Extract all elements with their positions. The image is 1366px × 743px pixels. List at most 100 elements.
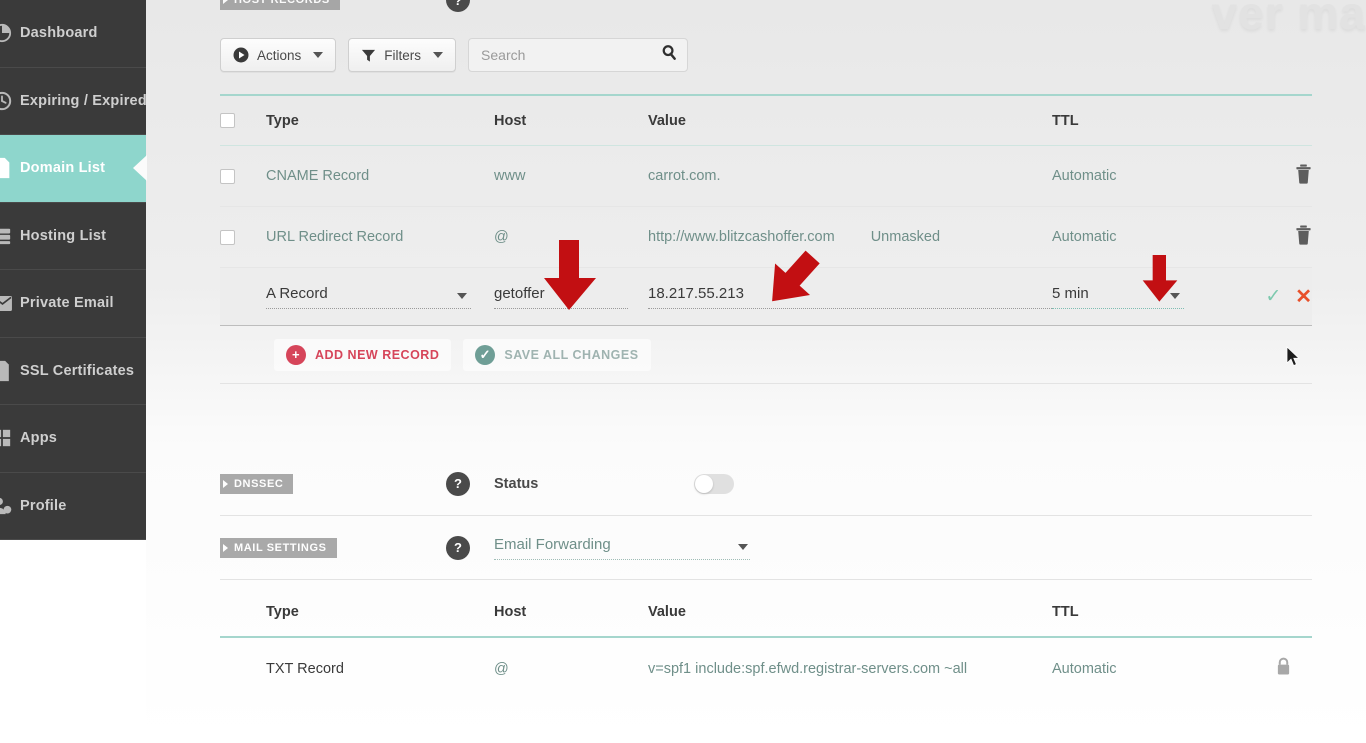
- grid-icon: [0, 428, 20, 448]
- chevron-down-icon: [1170, 292, 1180, 299]
- cell-host: www: [494, 168, 526, 184]
- play-circle-icon: [233, 47, 249, 63]
- mail-settings-chip-cell: MAIL SETTINGS: [220, 537, 446, 558]
- plus-icon: +: [286, 344, 306, 365]
- filters-button[interactable]: Filters: [348, 38, 457, 72]
- cell-host-editor: getoffer: [494, 285, 648, 309]
- host-records-chip: HOST RECORDS: [220, 0, 340, 10]
- row-checkbox[interactable]: [220, 168, 235, 184]
- dnssec-section: DNSSEC ? Status MAIL SETTINGS ? Email Fo…: [220, 452, 1312, 580]
- column-header-type: Type: [266, 604, 299, 620]
- cell-value-wrap: http://www.blitzcashoffer.com Unmasked: [648, 229, 1052, 245]
- dnssec-status-toggle[interactable]: [694, 473, 734, 494]
- cell-value: v=spf1 include:spf.efwd.registrar-server…: [648, 660, 968, 677]
- column-header-type: Type: [266, 112, 299, 129]
- cell-value: carrot.com.: [648, 168, 721, 184]
- dnssec-help-cell: ?: [446, 471, 494, 496]
- sidebar-item-dashboard[interactable]: Dashboard: [0, 0, 146, 68]
- cell-edit-actions: ✓ ✕: [1252, 284, 1312, 309]
- column-header-host: Host: [494, 112, 527, 129]
- sidebar-item-label: Profile: [20, 497, 67, 514]
- chevron-down-icon: [433, 52, 444, 58]
- dnssec-chip: DNSSEC: [220, 473, 294, 494]
- mail-records-table-header: Type Host Value TTL: [220, 588, 1312, 638]
- chevron-down-icon: [457, 292, 467, 299]
- record-value-input[interactable]: 18.217.55.213: [648, 285, 1052, 309]
- table-row[interactable]: URL Redirect Record @ http://www.blitzca…: [220, 207, 1312, 268]
- gauge-icon: [0, 23, 20, 43]
- record-host-input[interactable]: getoffer: [494, 285, 628, 309]
- trash-icon[interactable]: [1295, 164, 1312, 189]
- main-content: HOST RECORDS ? Actions Filters Search Ty…: [146, 0, 1366, 743]
- host-records-table-header: Type Host Value TTL: [220, 96, 1312, 146]
- select-all-cell: [220, 113, 266, 128]
- sidebar-item-ssl-certificates[interactable]: SSL Certificates: [0, 337, 146, 405]
- check-icon[interactable]: ✓: [1265, 285, 1281, 308]
- row-checkbox[interactable]: [220, 229, 235, 245]
- record-ttl-select[interactable]: 5 min: [1052, 285, 1184, 309]
- mail-settings-help-icon[interactable]: ?: [446, 535, 470, 560]
- mail-settings-select[interactable]: Email Forwarding: [494, 536, 750, 560]
- cell-value-wrap: carrot.com.: [648, 168, 1052, 184]
- sidebar: Dashboard Expiring / Expired Domain List: [0, 0, 147, 540]
- add-new-record-button[interactable]: + ADD NEW RECORD: [274, 338, 452, 371]
- dnssec-help-icon[interactable]: ?: [446, 471, 470, 496]
- column-header-host: Host: [494, 604, 527, 620]
- sidebar-item-label: Dashboard: [20, 25, 98, 42]
- table-row[interactable]: CNAME Record www carrot.com. Automatic: [220, 146, 1312, 207]
- cell-type: TXT Record: [266, 660, 344, 677]
- cell-value-editor: 18.217.55.213: [648, 285, 1052, 309]
- sidebar-item-label: Private Email: [20, 295, 114, 312]
- table-row[interactable]: TXT Record @ v=spf1 include:spf.efwd.reg…: [220, 638, 1312, 699]
- mail-settings-chip: MAIL SETTINGS: [220, 537, 337, 558]
- record-value-value: 18.217.55.213: [648, 284, 744, 302]
- search-input[interactable]: [469, 39, 688, 71]
- sidebar-item-label: Domain List: [20, 160, 106, 177]
- record-actions-bar: + ADD NEW RECORD ✓ SAVE ALL CHANGES: [220, 326, 1312, 384]
- search-field-wrapper[interactable]: [468, 38, 689, 72]
- server-icon: [0, 226, 20, 246]
- column-header-ttl: TTL: [1052, 604, 1079, 620]
- page-icon: [0, 157, 20, 179]
- cell-host: @: [494, 660, 509, 677]
- clock-icon: [0, 91, 20, 111]
- record-type-select[interactable]: A Record: [266, 285, 471, 309]
- mail-settings-help-cell: ?: [446, 535, 494, 560]
- lock-icon: [1276, 657, 1291, 681]
- close-icon[interactable]: ✕: [1295, 284, 1312, 309]
- sidebar-item-hosting-list[interactable]: Hosting List: [0, 202, 146, 270]
- dnssec-row: DNSSEC ? Status: [220, 452, 1312, 516]
- search-icon[interactable]: [661, 44, 678, 66]
- sidebar-item-profile[interactable]: Profile: [0, 472, 146, 540]
- row-select-cell: [220, 168, 266, 184]
- envelope-icon: [0, 295, 20, 312]
- mail-settings-row: MAIL SETTINGS ? Email Forwarding: [220, 516, 1312, 580]
- trash-icon[interactable]: [1295, 225, 1312, 250]
- cell-actions: [1252, 657, 1312, 681]
- actions-label: Actions: [257, 47, 302, 63]
- toggle-knob: [695, 474, 713, 493]
- column-header-value: Value: [648, 604, 686, 620]
- dnssec-status-label: Status: [494, 475, 539, 492]
- select-all-checkbox[interactable]: [220, 113, 235, 128]
- sidebar-item-expiring-expired[interactable]: Expiring / Expired: [0, 67, 147, 135]
- sidebar-item-apps[interactable]: Apps: [0, 405, 146, 473]
- mail-records-table: Type Host Value TTL TXT Record @ v=spf1 …: [220, 588, 1312, 699]
- table-row-editing[interactable]: A Record getoffer 18.217.55.213 5 min ✓ …: [220, 268, 1312, 326]
- actions-button[interactable]: Actions: [220, 38, 337, 72]
- sidebar-item-private-email[interactable]: Private Email: [0, 270, 146, 338]
- check-circle-icon: ✓: [475, 344, 496, 365]
- cell-ttl: Automatic: [1052, 229, 1117, 245]
- mail-settings-selected-value: Email Forwarding: [494, 535, 611, 553]
- dnssec-chip-cell: DNSSEC: [220, 473, 446, 494]
- cell-value-wrap: v=spf1 include:spf.efwd.registrar-server…: [648, 661, 1052, 677]
- cell-value: http://www.blitzcashoffer.com: [648, 229, 835, 245]
- record-ttl-value: 5 min: [1052, 284, 1089, 302]
- cell-mask-mode: Unmasked: [870, 229, 941, 245]
- save-all-changes-button[interactable]: ✓ SAVE ALL CHANGES: [463, 338, 651, 371]
- person-gear-icon: [0, 496, 20, 516]
- sidebar-item-domain-list[interactable]: Domain List: [0, 135, 146, 203]
- record-type-value: A Record: [266, 284, 328, 302]
- host-records-help-icon[interactable]: ?: [446, 0, 470, 12]
- save-all-changes-label: SAVE ALL CHANGES: [504, 347, 639, 362]
